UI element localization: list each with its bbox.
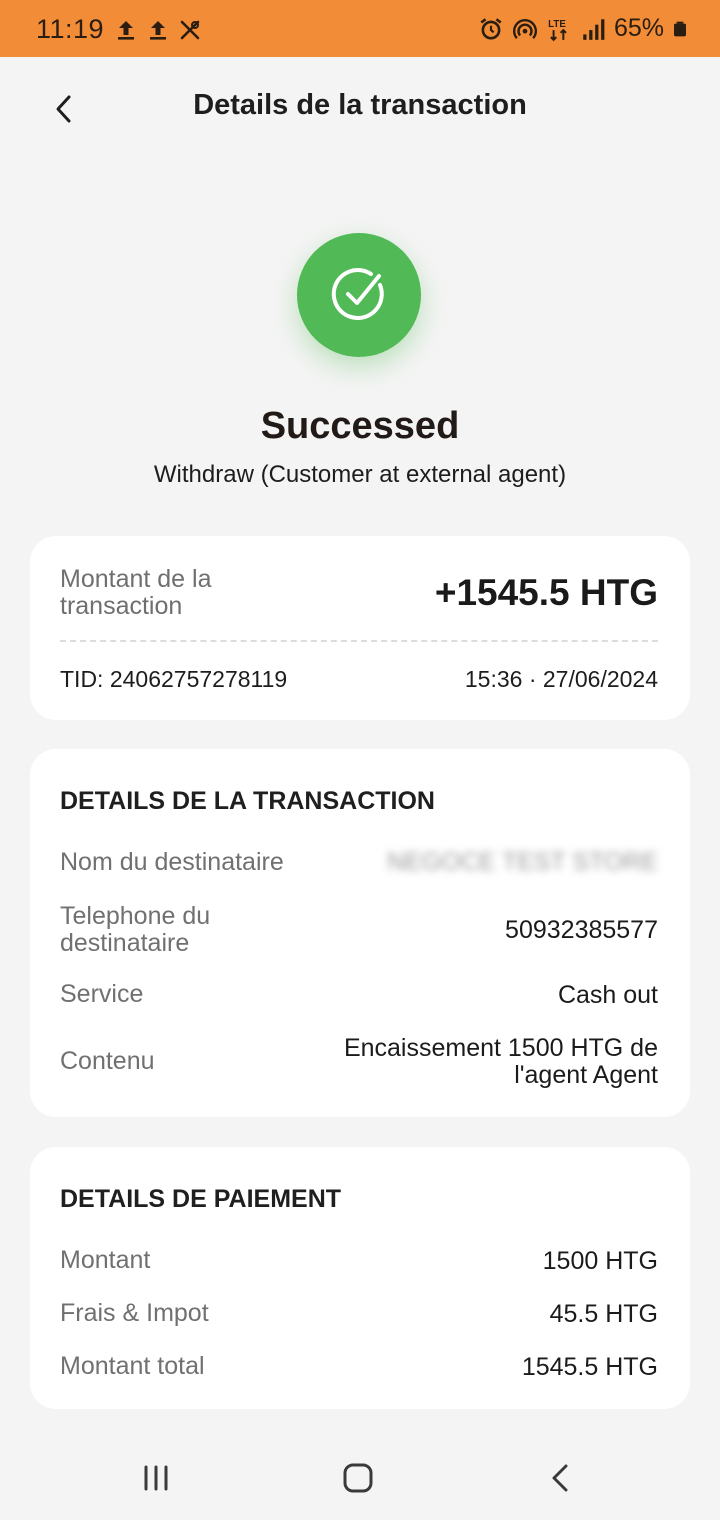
system-status: LTE 65% bbox=[478, 14, 688, 43]
page-title: Details de la transaction bbox=[193, 89, 527, 121]
status-time: 11:19 bbox=[36, 14, 105, 44]
amount-row-value: 1500 HTG bbox=[542, 1247, 658, 1275]
row-label: Contenu bbox=[60, 1047, 155, 1075]
status-bar: 11:19 LTE 65% bbox=[0, 0, 720, 57]
success-badge bbox=[297, 233, 421, 357]
row-label: Montant total bbox=[60, 1352, 205, 1380]
amount-value: +1545.5 HTG bbox=[434, 572, 658, 613]
recent-apps-icon bbox=[144, 1465, 168, 1491]
section-title: DETAILS DE PAIEMENT bbox=[60, 1185, 342, 1213]
row-label: Nom du destinataire bbox=[60, 848, 284, 876]
upload-icon bbox=[150, 21, 166, 40]
system-nav-bar bbox=[0, 1430, 720, 1520]
row-label: Montant bbox=[60, 1246, 151, 1274]
recipient-name-value: NEGOCE TEST STORE bbox=[387, 848, 658, 876]
home-icon bbox=[343, 1463, 373, 1493]
tools-off-icon bbox=[180, 20, 200, 40]
status-subtitle: Withdraw (Customer at external agent) bbox=[153, 461, 567, 488]
amount-label: Montant de la transaction bbox=[60, 565, 212, 620]
svg-text:LTE: LTE bbox=[548, 18, 566, 29]
recent-apps-button[interactable] bbox=[134, 1456, 178, 1500]
section-title: DETAILS DE LA TRANSACTION bbox=[60, 787, 435, 815]
status-title: Successed bbox=[260, 405, 460, 447]
fees-value: 45.5 HTG bbox=[549, 1300, 658, 1328]
battery-icon bbox=[674, 21, 686, 36]
transaction-id: TID: 24062757278119 bbox=[60, 666, 288, 692]
total-value: 1545.5 HTG bbox=[521, 1353, 658, 1381]
recipient-phone-value: 50932385577 bbox=[505, 916, 658, 944]
upload-icon bbox=[118, 21, 134, 40]
service-value: Cash out bbox=[557, 981, 658, 1009]
battery-percent: 65% bbox=[613, 14, 664, 42]
content-value: Encaissement 1500 HTG de l'agent Agent bbox=[343, 1034, 658, 1089]
app-header: Details de la transaction bbox=[0, 57, 720, 157]
row-label: Service bbox=[60, 980, 144, 1008]
nav-back-button[interactable] bbox=[538, 1456, 582, 1500]
check-circle-icon bbox=[331, 268, 384, 320]
row-label: Telephone du destinataire bbox=[60, 902, 211, 957]
transaction-datetime: 15:36 · 27/06/2024 bbox=[464, 666, 658, 692]
home-button[interactable] bbox=[336, 1456, 380, 1500]
payment-details-card: DETAILS DE PAIEMENT Montant 1500 HTG Fra… bbox=[30, 1147, 690, 1409]
row-label: Frais & Impot bbox=[60, 1299, 209, 1327]
lte-icon: LTE bbox=[548, 18, 567, 41]
amount-card: Montant de la transaction +1545.5 HTG TI… bbox=[30, 536, 690, 720]
signal-icon bbox=[583, 18, 605, 40]
alarm-icon bbox=[480, 17, 502, 40]
back-icon bbox=[552, 1464, 568, 1492]
dashed-divider bbox=[60, 640, 658, 642]
transaction-details-card: DETAILS DE LA TRANSACTION Nom du destina… bbox=[30, 749, 690, 1117]
notification-icons bbox=[114, 18, 202, 42]
hotspot-icon bbox=[512, 18, 537, 39]
